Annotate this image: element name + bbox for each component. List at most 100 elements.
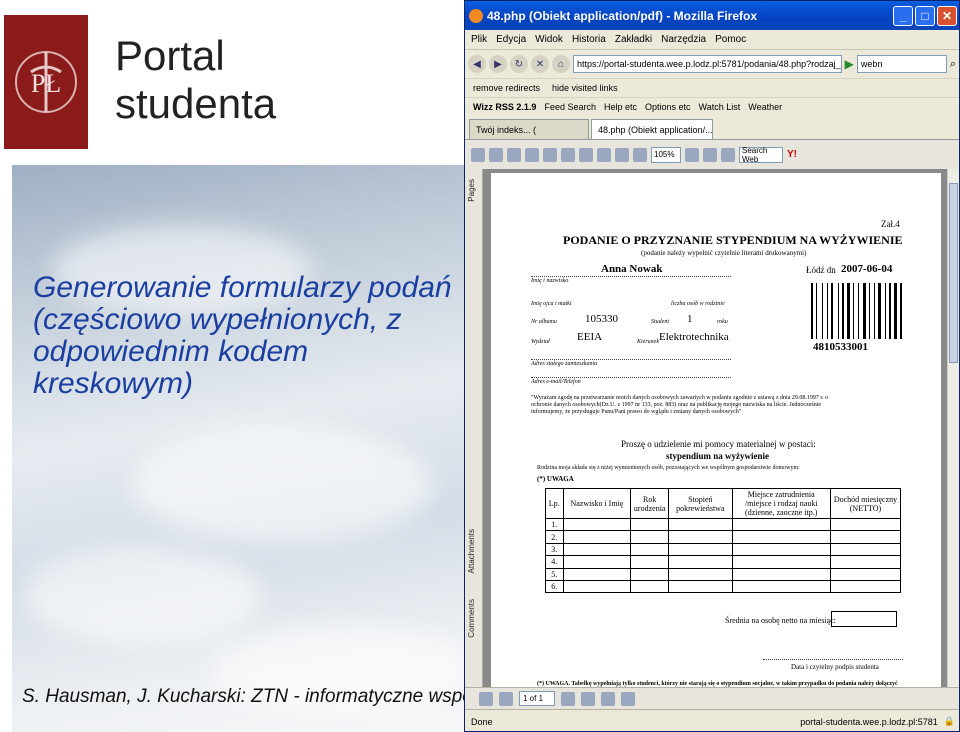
pdf-scrollbar[interactable] [947, 169, 959, 687]
previous-view-icon[interactable] [601, 691, 615, 706]
rss-toolbar: Wizz RSS 2.1.9 Feed Search Help etc Opti… [465, 97, 959, 116]
pages-tab[interactable]: Pages [467, 179, 476, 202]
navigation-bar: ◀ ▶ ↻ ✕ ⌂ https://portal-studenta.wee.p.… [465, 50, 959, 78]
page-number-input[interactable]: 1 of 1 [519, 691, 555, 706]
pdf-viewer: Zał.4 PODANIE O PRZYZNANIE STYPENDIUM NA… [483, 169, 955, 687]
table-row: 4. [545, 555, 902, 569]
form-uwaga: (*) UWAGA [537, 475, 574, 483]
url-input[interactable]: https://portal-studenta.wee.p.lodz.pl:57… [573, 55, 842, 73]
next-page-icon[interactable] [561, 691, 575, 706]
stop-icon[interactable]: ✕ [531, 55, 549, 73]
reload-icon[interactable]: ↻ [510, 55, 528, 73]
menu-item-history[interactable]: Historia [572, 34, 606, 45]
barcode-bar [853, 283, 854, 339]
zoom-input[interactable]: 105% [651, 146, 681, 163]
barcode-bar [863, 283, 866, 339]
form-faculty-label: Wydział [531, 339, 550, 345]
lock-icon: 🔒 [943, 716, 955, 726]
pdf-search-input[interactable]: Search Web [739, 146, 783, 164]
help-button[interactable]: Help etc [604, 102, 637, 112]
fit-width-icon[interactable] [633, 147, 647, 162]
weather-button[interactable]: Weather [748, 102, 782, 112]
barcode-bar [878, 283, 881, 339]
select-text-icon[interactable] [561, 147, 575, 162]
barcode-bar [876, 283, 877, 339]
barcode-bar [889, 283, 891, 339]
table-header: Miejsce zatrudnienia /miejsce i rodzaj n… [731, 488, 831, 519]
tab-student-index[interactable]: Twój indeks... ( [469, 119, 589, 139]
forward-icon[interactable]: ▶ [489, 55, 507, 73]
save-icon[interactable] [471, 147, 485, 162]
search-icon[interactable]: ⌕ [950, 58, 956, 71]
barcode-bar [829, 283, 830, 339]
hand-tool-icon[interactable] [543, 147, 557, 162]
home-icon[interactable]: ⌂ [552, 55, 570, 73]
barcode-bar [822, 283, 823, 339]
barcode-bar [818, 283, 821, 339]
menu-item-file[interactable]: Plik [471, 34, 487, 45]
form-name-label: Imię i nazwisko [531, 278, 569, 284]
form-name: Anna Nowak [601, 263, 663, 275]
menu-item-edit[interactable]: Edycja [496, 34, 526, 45]
form-family-note: Rodzina moja składa się z niżej wymienio… [537, 465, 800, 471]
menu-item-help[interactable]: Pomoc [715, 34, 746, 45]
find-icon[interactable] [525, 147, 539, 162]
search-input[interactable]: webn [856, 55, 947, 73]
pdf-page: Zał.4 PODANIE O PRZYZNANIE STYPENDIUM NA… [491, 173, 941, 687]
last-page-icon[interactable] [581, 691, 595, 706]
pdf-toolbar: 105% Search Web Y! [465, 140, 959, 170]
minimize-button[interactable]: _ [893, 5, 913, 26]
table-header: Stopień pokrewieństwa [668, 488, 733, 519]
slide-title: Portal studenta [115, 32, 277, 127]
menu-item-bookmarks[interactable]: Zakładki [615, 34, 652, 45]
logo-text: PŁ [31, 69, 61, 98]
options-button[interactable]: Options etc [645, 102, 691, 112]
table-row: 1. [545, 517, 902, 532]
menu-item-view[interactable]: Widok [535, 34, 563, 45]
attachments-tab[interactable]: Attachments [467, 529, 476, 573]
maximize-button[interactable]: □ [915, 5, 935, 26]
watch-list-button[interactable]: Watch List [699, 102, 741, 112]
form-album: 105330 [585, 313, 618, 325]
barcode-bar [858, 283, 859, 339]
slide-subtitle: Generowanie formularzy podań (częściowo … [33, 271, 452, 400]
comments-tab[interactable]: Comments [467, 599, 476, 638]
hide-visited-links-button[interactable]: hide visited links [552, 83, 618, 93]
sky-background [12, 165, 482, 732]
form-heading-sub: (podanie należy wypełnić czytelnie liter… [641, 249, 807, 257]
previous-page-icon[interactable] [499, 691, 513, 706]
menu-item-tools[interactable]: Narzędzia [661, 34, 706, 45]
barcode-bar [816, 283, 817, 339]
next-view-icon[interactable] [621, 691, 635, 706]
rotate-icon[interactable] [703, 147, 717, 162]
zoom-dropdown-icon[interactable] [685, 147, 699, 162]
tab-pdf[interactable]: 48.php (Obiekt application/...✕ [591, 119, 713, 139]
form-faculty: EEIA [577, 331, 603, 343]
barcode-bar [882, 283, 884, 339]
barcode-bar [842, 283, 844, 339]
university-logo: PŁ [4, 15, 88, 149]
form-date-label: Łódź dn [806, 265, 836, 275]
go-icon[interactable]: ▶ [845, 57, 854, 71]
fit-page-icon[interactable] [615, 147, 629, 162]
feed-search-button[interactable]: Feed Search [544, 102, 596, 112]
table-row: 6. [545, 579, 902, 594]
back-icon[interactable]: ◀ [468, 55, 486, 73]
zoom-in-icon[interactable] [597, 147, 611, 162]
barcode-number: 4810533001 [813, 341, 868, 353]
email-icon[interactable] [507, 147, 521, 162]
tools-icon[interactable] [721, 147, 735, 162]
scroll-thumb[interactable] [949, 183, 958, 363]
barcode-image [811, 283, 911, 339]
form-address-label: Adres stałego zamieszkania [531, 361, 598, 367]
wizz-rss-button[interactable]: Wizz RSS 2.1.9 [473, 102, 536, 112]
snapshot-icon[interactable] [579, 147, 593, 162]
close-button[interactable]: ✕ [937, 5, 957, 26]
form-request-type: stypendium na wyżywienie [666, 451, 770, 461]
barcode-bar [824, 283, 826, 339]
yahoo-icon[interactable]: Y! [787, 149, 797, 160]
first-page-icon[interactable] [479, 691, 493, 706]
print-icon[interactable] [489, 147, 503, 162]
extension-toolbar: remove redirects hide visited links [465, 78, 959, 97]
remove-redirects-button[interactable]: remove redirects [473, 83, 540, 93]
